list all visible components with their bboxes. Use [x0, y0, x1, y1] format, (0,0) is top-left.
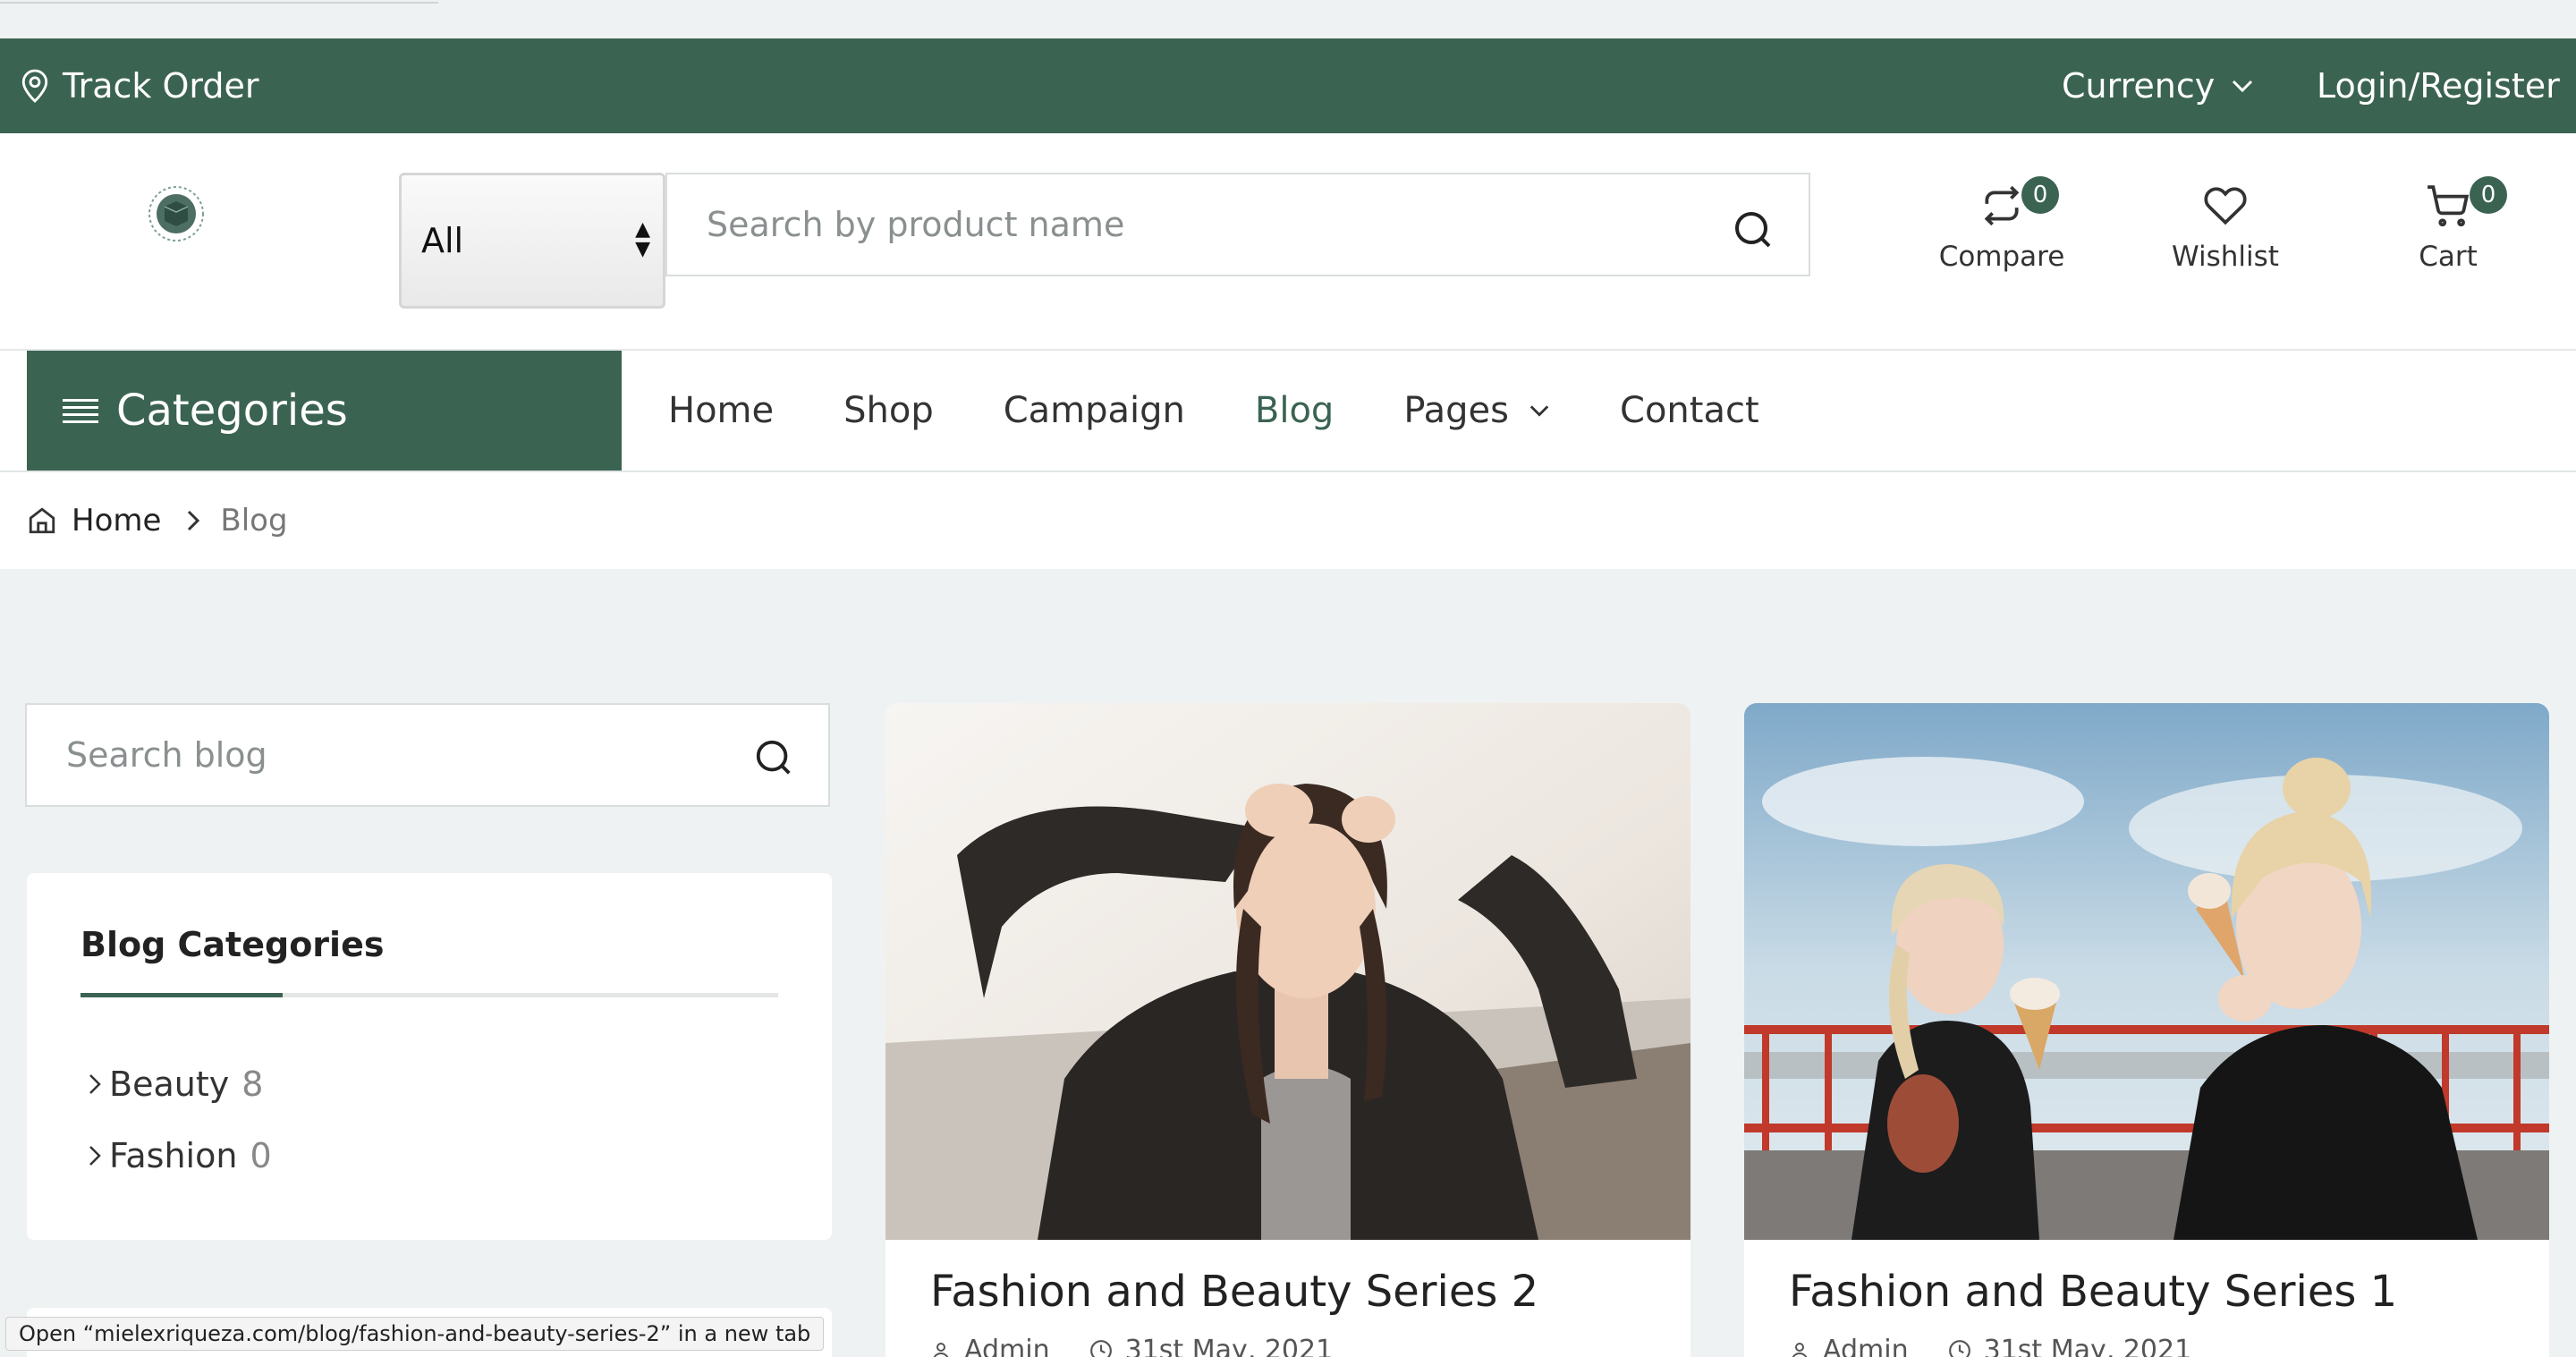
- clock-icon: [1948, 1339, 1970, 1357]
- site-logo[interactable]: [138, 180, 215, 246]
- nav-item-campaign[interactable]: Campaign: [1004, 390, 1185, 431]
- cart-icon: [2428, 185, 2470, 227]
- blog-categories-title: Blog Categories: [80, 925, 385, 964]
- category-count: 8: [242, 1064, 264, 1104]
- category-count: 0: [250, 1136, 272, 1175]
- post-author: Admin: [1789, 1335, 1909, 1357]
- top-bar: Track Order Currency Login/Register: [0, 38, 2576, 133]
- cart-button[interactable]: 0 Cart: [2368, 176, 2529, 291]
- login-register-label: Login/Register: [2317, 66, 2560, 106]
- browser-status-bar: Open “mielexriqueza.com/blog/fashion-and…: [5, 1317, 825, 1351]
- chevron-right-icon: [89, 1146, 101, 1166]
- category-item-fashion[interactable]: Fashion 0: [88, 1136, 272, 1175]
- user-icon: [933, 1342, 949, 1357]
- select-arrows-icon: ▲ ▼: [635, 218, 650, 260]
- breadcrumb-home-label: Home: [72, 503, 162, 539]
- product-search-box: [665, 173, 1810, 276]
- blog-post-card[interactable]: Fashion and Beauty Series 2 Admin 31st M…: [886, 703, 1690, 1357]
- post-author-name: Admin: [964, 1335, 1050, 1357]
- nav-item-home[interactable]: Home: [668, 390, 774, 431]
- post-title[interactable]: Fashion and Beauty Series 1: [1789, 1267, 2397, 1317]
- browser-divider: [0, 0, 438, 4]
- compare-count-badge: 0: [2021, 176, 2059, 214]
- chevron-right-icon: [188, 510, 200, 531]
- breadcrumb-home[interactable]: Home: [27, 503, 161, 539]
- nav-item-shop[interactable]: Shop: [843, 390, 934, 431]
- product-search-input[interactable]: [667, 174, 1723, 275]
- location-pin-icon: [21, 69, 48, 103]
- nav-item-contact[interactable]: Contact: [1620, 390, 1759, 431]
- cart-count-badge: 0: [2470, 176, 2507, 214]
- browser-top-area: [0, 0, 2576, 38]
- breadcrumb-current: Blog: [220, 503, 288, 539]
- cart-label: Cart: [2419, 241, 2478, 273]
- post-date-text: 31st May, 2021: [1124, 1335, 1334, 1357]
- category-select-value: All: [421, 221, 464, 260]
- site-header: All ▲▼ 0 Compare Wishlist 0 Cart: [0, 133, 2576, 351]
- chevron-down-icon: [1530, 405, 1549, 417]
- search-icon[interactable]: [753, 737, 794, 778]
- title-underline: [80, 993, 778, 997]
- nav-item-pages[interactable]: Pages: [1403, 390, 1550, 431]
- category-select[interactable]: All ▲ ▼: [399, 173, 665, 309]
- nav-shop-label: Shop: [843, 390, 934, 431]
- post-image[interactable]: [1744, 703, 2549, 1240]
- post-title[interactable]: Fashion and Beauty Series 2: [930, 1267, 1538, 1317]
- menu-lines-icon: [63, 399, 98, 423]
- compare-button[interactable]: 0 Compare: [1921, 176, 2082, 291]
- nav-home-label: Home: [668, 390, 775, 431]
- search-icon[interactable]: [1732, 208, 1775, 251]
- nav-menu: Home Shop Campaign Blog Pages Contact: [668, 351, 1829, 471]
- track-order-link[interactable]: Track Order: [20, 38, 259, 133]
- post-date: 31st May, 2021: [1089, 1335, 1334, 1357]
- categories-button[interactable]: Categories: [27, 351, 622, 471]
- post-author: Admin: [930, 1335, 1050, 1357]
- category-name: Fashion: [109, 1136, 238, 1175]
- nav-campaign-label: Campaign: [1003, 390, 1185, 431]
- compare-arrows-icon: [1984, 185, 2020, 226]
- nav-item-blog[interactable]: Blog: [1255, 390, 1334, 431]
- blog-search-input[interactable]: [27, 705, 742, 805]
- main-navigation: Categories Home Shop Campaign Blog Pages…: [0, 351, 2576, 472]
- blog-categories-card: Blog Categories Beauty 8 Fashion 0: [27, 873, 832, 1240]
- breadcrumb: Home Blog: [0, 472, 2576, 569]
- category-item-beauty[interactable]: Beauty 8: [88, 1064, 263, 1104]
- wishlist-button[interactable]: Wishlist: [2145, 183, 2306, 291]
- post-image[interactable]: [886, 703, 1690, 1240]
- nav-pages-label: Pages: [1403, 390, 1510, 431]
- wishlist-label: Wishlist: [2172, 241, 2279, 273]
- currency-label: Currency: [2062, 66, 2216, 106]
- post-date-text: 31st May, 2021: [1983, 1335, 2192, 1357]
- home-icon: [29, 507, 55, 534]
- blog-search-box: [25, 703, 830, 807]
- nav-contact-label: Contact: [1620, 390, 1759, 431]
- chevron-down-icon: [2233, 80, 2253, 93]
- track-order-label: Track Order: [63, 66, 259, 106]
- post-author-name: Admin: [1823, 1335, 1909, 1357]
- clock-icon: [1089, 1339, 1112, 1357]
- login-register-link[interactable]: Login/Register: [2317, 38, 2560, 133]
- post-meta: Admin 31st May, 2021: [1789, 1335, 2191, 1357]
- compare-label: Compare: [1938, 241, 2065, 273]
- heart-icon: [2204, 187, 2247, 225]
- currency-dropdown[interactable]: Currency: [2062, 38, 2254, 133]
- chevron-right-icon: [89, 1074, 101, 1094]
- post-date: 31st May, 2021: [1948, 1335, 2192, 1357]
- post-meta: Admin 31st May, 2021: [930, 1335, 1333, 1357]
- user-icon: [1792, 1342, 1808, 1357]
- nav-blog-label: Blog: [1254, 390, 1335, 431]
- category-name: Beauty: [109, 1064, 230, 1104]
- blog-post-card[interactable]: Fashion and Beauty Series 1 Admin 31st M…: [1744, 703, 2549, 1357]
- categories-label: Categories: [116, 386, 348, 436]
